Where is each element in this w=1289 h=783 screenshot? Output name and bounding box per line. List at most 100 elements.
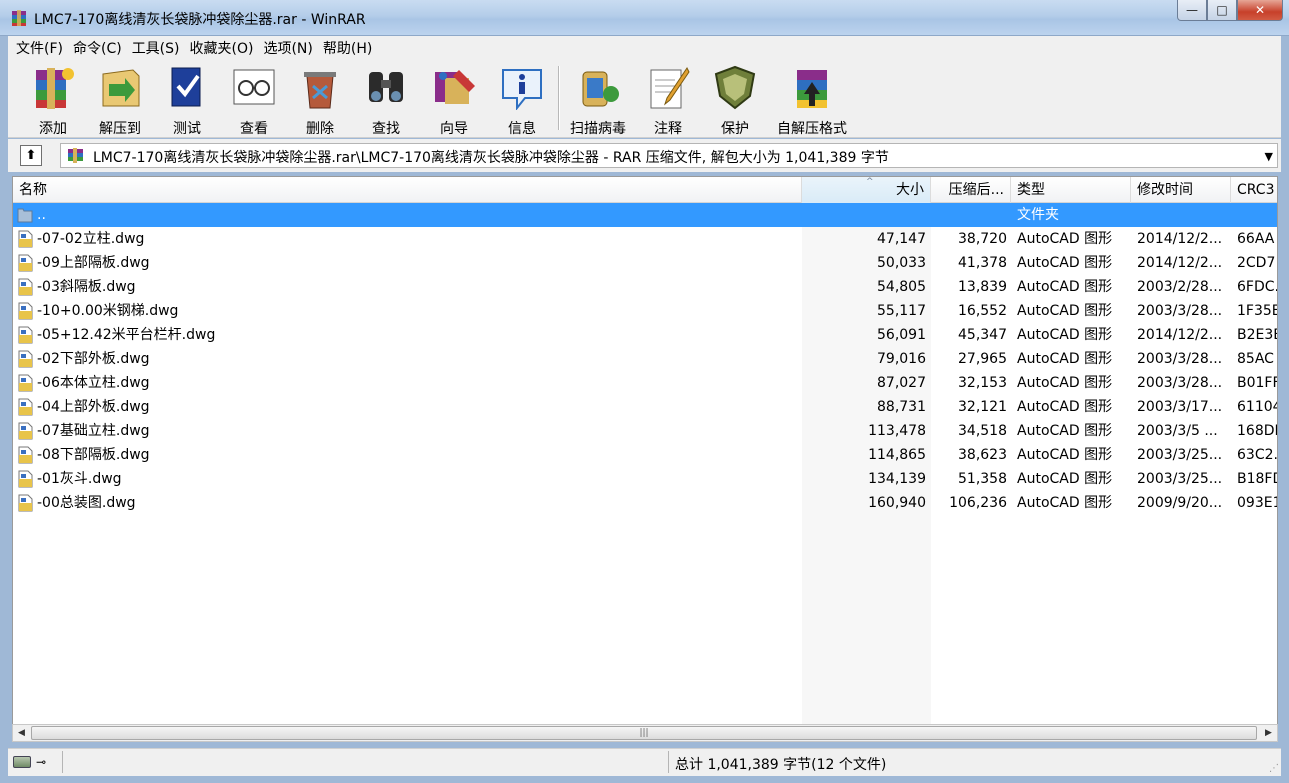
window-title: LMC7-170离线清灰长袋脉冲袋除尘器.rar - WinRAR (34, 12, 366, 28)
table-row[interactable]: -02下部外板.dwg 79,016 27,965 AutoCAD 图形 2003/3/… (13, 347, 1277, 371)
extract-to-button[interactable]: 解压到 (88, 64, 152, 137)
table-row[interactable]: -00总装图.dwg 160,940 106,236 AutoCAD 图形 2009/9… (13, 491, 1278, 515)
table-row[interactable]: -06本体立柱.dwg 87,027 32,153 AutoCAD 图形 2003/3/… (13, 371, 1277, 395)
file-packed-size: 38,720 (958, 231, 1007, 247)
add-button[interactable]: 添加 (18, 64, 88, 137)
file-type: AutoCAD 图形 (1017, 495, 1113, 511)
column-modified[interactable]: 修改时间 (1131, 177, 1231, 203)
file-type: AutoCAD 图形 (1017, 327, 1113, 343)
chevron-down-icon[interactable]: ▼ (1265, 150, 1273, 163)
file-crc: 2CD7 (1237, 255, 1276, 271)
protect-button[interactable]: 保护 (702, 64, 768, 137)
key-icon[interactable]: ⊸ (36, 755, 46, 769)
scroll-left-button[interactable]: ◀ (13, 725, 30, 741)
column-size[interactable]: ^ 大小 (802, 177, 931, 203)
table-row[interactable]: -07基础立柱.dwg 113,478 34,518 AutoCAD 图形 2003/3… (13, 419, 1277, 443)
view-icon (233, 69, 275, 105)
file-packed-size: 32,121 (958, 399, 1007, 415)
horizontal-scrollbar[interactable]: ◀ ||| ▶ (12, 724, 1278, 742)
winrar-app-icon (12, 10, 26, 26)
file-modified: 2009/9/20... (1137, 495, 1223, 511)
delete-button[interactable]: 删除 (288, 64, 352, 137)
test-icon (171, 67, 201, 107)
add-label: 添加 (39, 121, 67, 137)
wizard-button[interactable]: 向导 (420, 64, 488, 137)
virus-scan-icon (582, 71, 619, 107)
table-row[interactable]: -01灰斗.dwg 134,139 51,358 AutoCAD 图形 2003/3/2… (13, 467, 1277, 491)
scrollbar-thumb[interactable]: ||| (31, 726, 1257, 740)
close-button[interactable]: ✕ (1237, 0, 1283, 21)
test-button[interactable]: 测试 (156, 64, 218, 137)
dwg-file-icon (18, 302, 33, 320)
file-crc: 1F35E (1237, 303, 1278, 319)
column-packed[interactable]: 压缩后... (931, 177, 1011, 203)
file-name: -02下部外板.dwg (37, 351, 150, 367)
rar-archive-icon (68, 148, 83, 163)
file-list[interactable]: 名称 ^ 大小 压缩后... 类型 修改时间 CRC3 .. 文件夹 -07-0… (12, 176, 1278, 725)
file-crc: 85AC (1237, 351, 1274, 367)
table-row[interactable]: -09上部隔板.dwg 50,033 41,378 AutoCAD 图形 2014/12… (13, 251, 1277, 275)
status-bar: ⊸ 总计 1,041,389 字节(12 个文件) ⋰ (8, 748, 1281, 776)
address-path-box[interactable]: LMC7-170离线清灰长袋脉冲袋除尘器.rar\LMC7-170离线清灰长袋脉… (60, 143, 1278, 168)
file-modified: 2003/3/5 ... (1137, 423, 1218, 439)
file-packed-size: 45,347 (958, 327, 1007, 343)
parent-folder-type: 文件夹 (1017, 207, 1059, 223)
add-archive-icon (36, 68, 74, 109)
file-type: AutoCAD 图形 (1017, 375, 1113, 391)
parent-folder-name: .. (37, 207, 46, 223)
file-packed-size: 34,518 (958, 423, 1007, 439)
column-crc[interactable]: CRC3 (1231, 177, 1277, 203)
file-modified: 2014/12/2... (1137, 327, 1223, 343)
file-name: -00总装图.dwg (37, 495, 136, 511)
file-name: -07-02立柱.dwg (37, 231, 145, 247)
protect-label: 保护 (721, 121, 749, 137)
maximize-button[interactable]: □ (1207, 0, 1237, 21)
table-row[interactable]: -03斜隔板.dwg 54,805 13,839 AutoCAD 图形 2003/2/2… (13, 275, 1278, 299)
column-type[interactable]: 类型 (1011, 177, 1131, 203)
dwg-file-icon (18, 494, 33, 512)
file-modified: 2014/12/2... (1137, 255, 1223, 271)
sfx-button[interactable]: 自解压格式 (770, 64, 854, 137)
find-button[interactable]: 查找 (354, 64, 418, 137)
view-button[interactable]: 查看 (222, 64, 286, 137)
menu-options[interactable]: 选项(N) (259, 38, 316, 58)
file-crc: 63C2. (1237, 447, 1278, 463)
table-row[interactable]: -04上部外板.dwg 88,731 32,121 AutoCAD 图形 2003/3/… (13, 395, 1277, 419)
dwg-file-icon (18, 398, 33, 416)
menu-favorites[interactable]: 收藏夹(O) (186, 38, 258, 58)
resize-grip-icon[interactable]: ⋰ (1269, 763, 1279, 774)
file-packed-size: 51,358 (958, 471, 1007, 487)
table-row[interactable]: -07-02立柱.dwg 47,147 38,720 AutoCAD 图形 2014/1… (13, 227, 1277, 251)
comment-button[interactable]: 注释 (636, 64, 700, 137)
table-row[interactable]: -10+0.00米钢梯.dwg 55,117 16,552 AutoCAD 图形 200… (13, 299, 1278, 323)
scroll-right-button[interactable]: ▶ (1260, 725, 1277, 741)
file-modified: 2003/3/28... (1137, 303, 1223, 319)
menu-bar: 文件(F) 命令(C) 工具(S) 收藏夹(O) 选项(N) 帮助(H) (8, 36, 1281, 60)
file-size: 79,016 (877, 351, 926, 367)
file-crc: 093E1 (1237, 495, 1278, 511)
file-crc: 66AA (1237, 231, 1275, 247)
file-name: -08下部隔板.dwg (37, 447, 150, 463)
wizard-icon (435, 70, 475, 104)
menu-help[interactable]: 帮助(H) (319, 38, 376, 58)
file-name: -10+0.00米钢梯.dwg (37, 303, 179, 319)
file-packed-size: 32,153 (958, 375, 1007, 391)
info-icon (502, 69, 542, 111)
file-crc: 6FDC. (1237, 279, 1278, 295)
up-folder-button[interactable]: ⬆ (20, 145, 42, 166)
file-packed-size: 27,965 (958, 351, 1007, 367)
menu-tools[interactable]: 工具(S) (128, 38, 184, 58)
virus-scan-button[interactable]: 扫描病毒 (564, 64, 632, 137)
table-row[interactable]: -08下部隔板.dwg 114,865 38,623 AutoCAD 图形 2003/3… (13, 443, 1278, 467)
drive-icon[interactable] (13, 756, 31, 768)
parent-folder-row[interactable]: .. 文件夹 (13, 203, 1277, 227)
menu-file[interactable]: 文件(F) (12, 38, 67, 58)
dwg-file-icon (18, 254, 33, 272)
table-row[interactable]: -05+12.42米平台栏杆.dwg 56,091 45,347 AutoCAD 图形… (13, 323, 1277, 347)
file-type: AutoCAD 图形 (1017, 303, 1113, 319)
minimize-button[interactable]: — (1177, 0, 1207, 21)
dwg-file-icon (18, 374, 33, 392)
info-button[interactable]: 信息 (490, 64, 554, 137)
menu-commands[interactable]: 命令(C) (69, 38, 126, 58)
column-name[interactable]: 名称 (13, 177, 802, 203)
